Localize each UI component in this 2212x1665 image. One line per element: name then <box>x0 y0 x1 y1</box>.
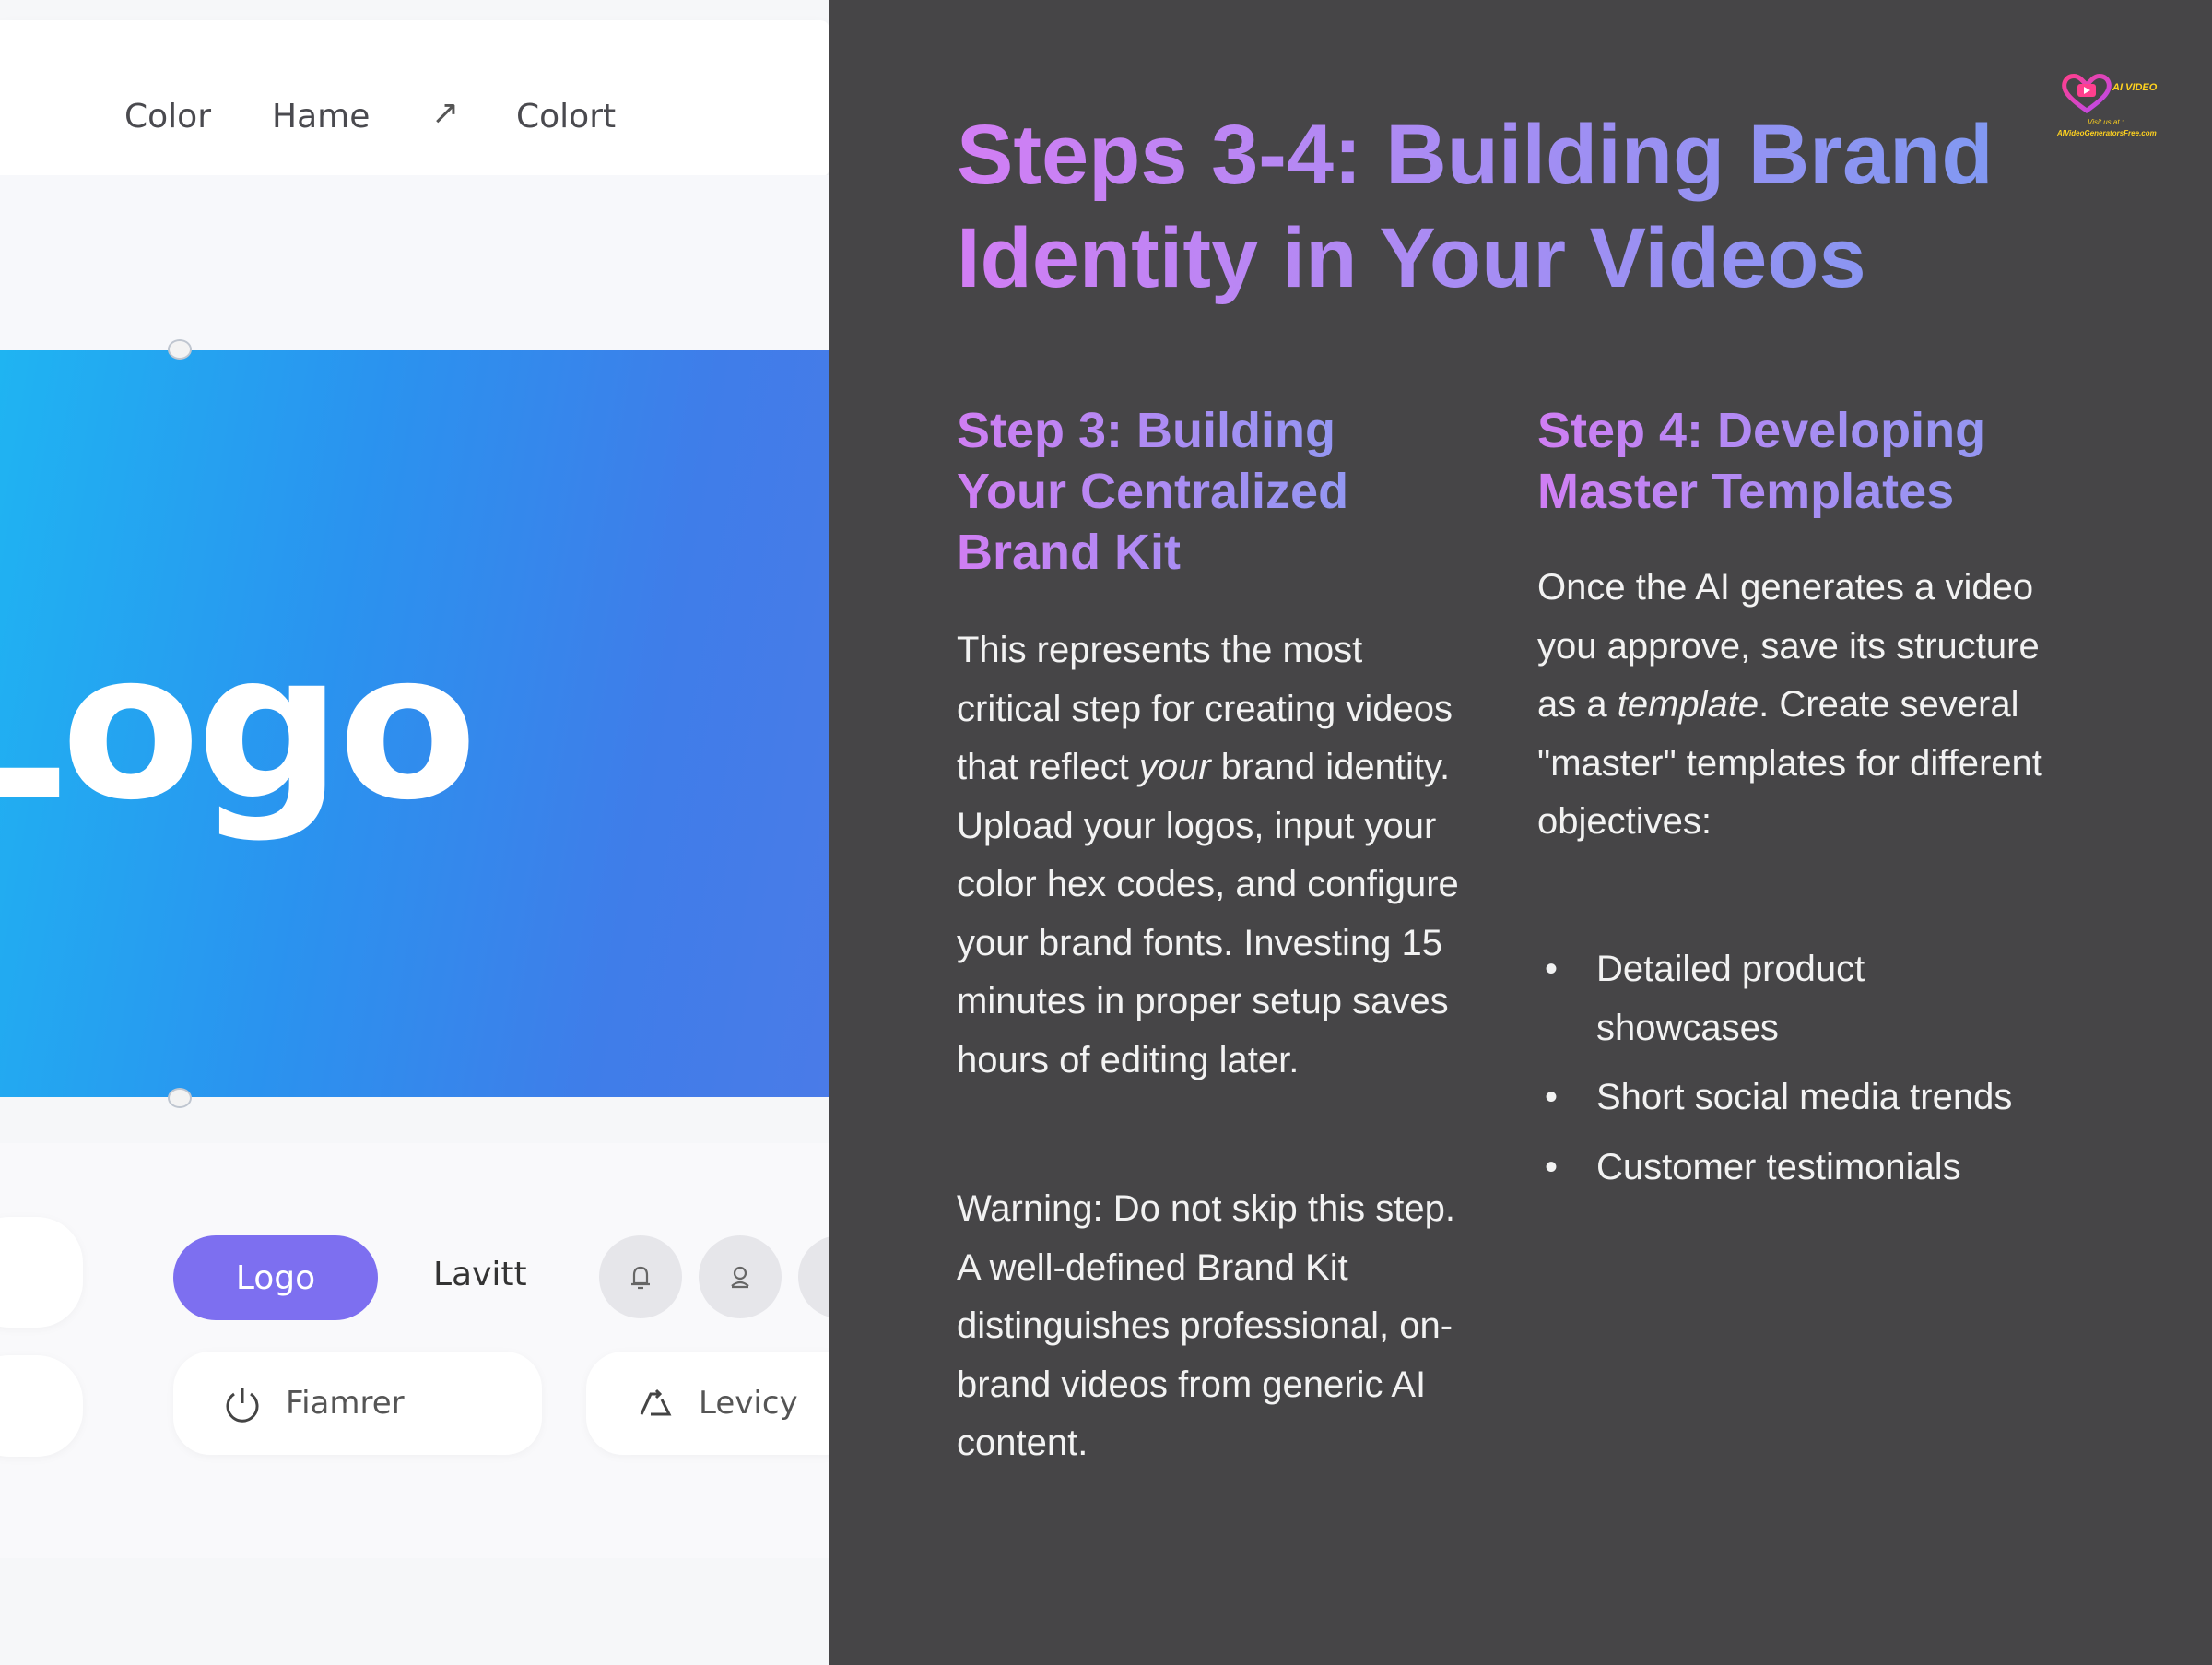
resize-handle-bottom[interactable] <box>168 1088 192 1108</box>
video-heart-logo-icon <box>2062 74 2112 114</box>
partial-chip[interactable] <box>0 1355 83 1457</box>
bullet-item: Detailed product showcases <box>1537 940 2053 1057</box>
power-option[interactable]: Fiamrer <box>173 1352 542 1455</box>
nav-item-color[interactable]: Color <box>124 98 211 136</box>
badge-title: AI VIDEO <box>2112 82 2158 93</box>
logo-button[interactable]: Logo <box>173 1235 378 1320</box>
power-icon <box>226 1388 259 1423</box>
mockup-top-bar: Color Hame ↗ Colort <box>0 20 830 177</box>
nav-item-hame[interactable]: Hame <box>272 98 370 136</box>
step4-emphasis: template <box>1617 684 1759 725</box>
step3-paragraph: This represents the most critical step f… <box>957 621 1473 1090</box>
partial-chip[interactable] <box>0 1217 83 1328</box>
step4-paragraph: Once the AI generates a video you approv… <box>1537 559 2053 852</box>
recycle-icon <box>640 1388 672 1416</box>
badge-visit-text: Visit us at : <box>2088 118 2124 126</box>
circle-icon <box>824 1261 830 1293</box>
step3-text-b: brand identity. Upload your logos, input… <box>957 747 1459 1080</box>
step3-warning: Warning: Do not skip this step. A well-d… <box>957 1188 1455 1463</box>
step3-heading: Step 3: Building Your Centralized Brand … <box>957 400 1399 583</box>
banner-logo-text: Logo <box>0 608 477 844</box>
bell-icon-button[interactable] <box>599 1235 682 1318</box>
power-option-label: Fiamrer <box>286 1385 405 1422</box>
slide-title: Steps 3-4: Building Brand Identity in Yo… <box>957 103 2063 310</box>
step4-heading: Step 4: Developing Master Templates <box>1537 400 2053 522</box>
bullet-item: Short social media trends <box>1537 1069 2053 1128</box>
resize-handle-top[interactable] <box>168 339 192 360</box>
toolbar-label[interactable]: Lavitt <box>433 1256 527 1293</box>
badge-url: AIVideoGeneratorsFree.com <box>2057 129 2157 137</box>
bullet-item: Customer testimonials <box>1537 1139 2053 1198</box>
bell-icon <box>631 1266 650 1290</box>
step3-emphasis: your <box>1138 747 1211 787</box>
mockup-toolbar <box>0 1143 830 1558</box>
nav-item-colort[interactable]: Colort <box>516 98 616 136</box>
recycle-option-label: Levicy <box>699 1385 798 1422</box>
recycle-option[interactable]: Levicy <box>586 1352 830 1455</box>
user-icon <box>731 1266 749 1289</box>
user-icon-button[interactable] <box>699 1235 782 1318</box>
step4-bullet-list: Detailed product showcases Short social … <box>1537 940 2053 1208</box>
site-logo-badge[interactable]: AI VIDEO Visit us at : AIVideoGenerators… <box>2057 66 2182 149</box>
brand-kit-mockup: Color Hame ↗ Colort Logo Logo Lavitt <box>0 0 830 1665</box>
redo-arrow-icon[interactable]: ↗ <box>431 94 459 132</box>
